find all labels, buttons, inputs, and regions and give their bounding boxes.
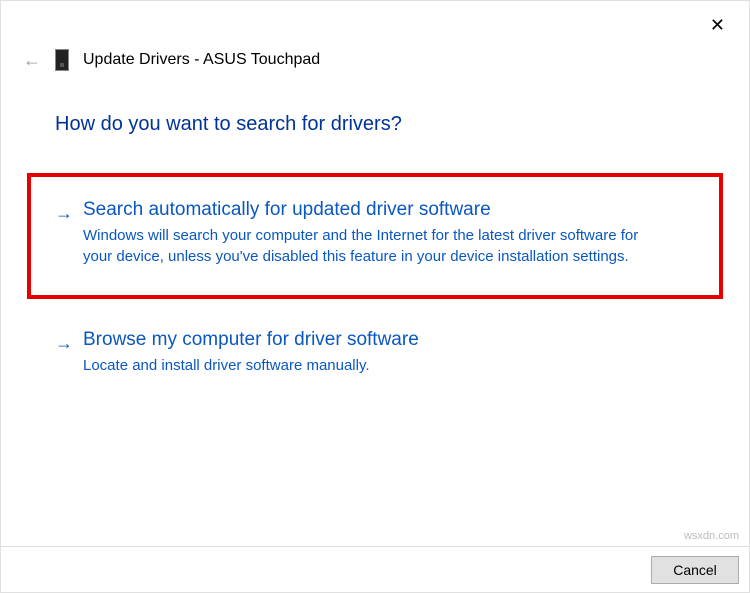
device-icon	[55, 49, 69, 71]
option-title: Search automatically for updated driver …	[83, 199, 695, 221]
cancel-button[interactable]: Cancel	[651, 556, 739, 584]
page-heading: How do you want to search for drivers?	[55, 113, 402, 136]
close-icon: ✕	[710, 15, 725, 35]
options-area: → Search automatically for updated drive…	[27, 173, 723, 414]
back-arrow-icon[interactable]: ←	[23, 50, 41, 71]
close-button[interactable]: ✕	[702, 11, 733, 40]
header: ← Update Drivers - ASUS Touchpad	[23, 49, 320, 71]
arrow-right-icon: →	[55, 329, 73, 357]
option-description: Locate and install driver software manua…	[83, 355, 653, 376]
window-title: Update Drivers - ASUS Touchpad	[83, 51, 320, 69]
option-title: Browse my computer for driver software	[83, 329, 695, 351]
watermark: wsxdn.com	[684, 530, 739, 542]
option-browse-computer[interactable]: → Browse my computer for driver software…	[27, 315, 723, 398]
arrow-right-icon: →	[55, 199, 73, 227]
option-search-automatically[interactable]: → Search automatically for updated drive…	[27, 173, 723, 299]
option-description: Windows will search your computer and th…	[83, 225, 653, 267]
footer: Cancel	[1, 546, 749, 592]
